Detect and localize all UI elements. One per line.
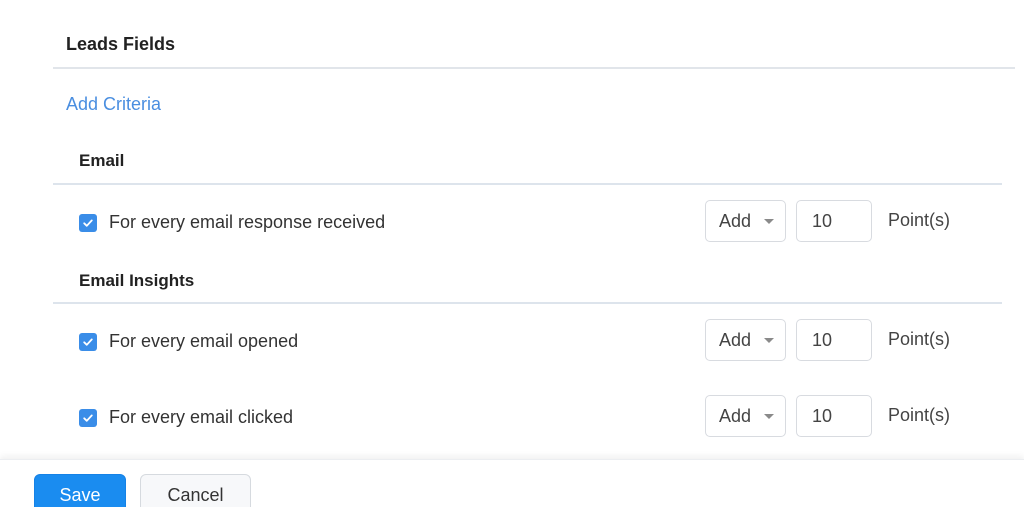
rule-row: For every email response received Add Po… <box>0 200 1024 244</box>
operator-value: Add <box>719 211 752 231</box>
operator-value: Add <box>719 330 752 350</box>
operator-value: Add <box>719 406 752 426</box>
points-input[interactable] <box>796 200 872 242</box>
add-criteria-link[interactable]: Add Criteria <box>66 94 161 115</box>
rule-row: For every email opened Add Point(s) <box>0 319 1024 363</box>
divider <box>53 183 1002 185</box>
module-title: Leads Fields <box>66 34 176 54</box>
scoring-rules-page: Leads Fields Add Criteria Email For ever… <box>0 0 1024 507</box>
save-button[interactable]: Save <box>34 474 126 507</box>
rule-checkbox[interactable] <box>79 409 97 427</box>
operator-dropdown[interactable]: Add <box>705 395 786 437</box>
points-unit-label: Point(s) <box>888 405 951 425</box>
divider <box>53 302 1002 304</box>
section-title-email: Email <box>79 151 125 170</box>
rule-row: For every email clicked Add Point(s) <box>0 395 1024 439</box>
footer-bar: Save Cancel <box>0 459 1024 507</box>
checkmark-icon <box>83 338 93 346</box>
rule-label: For every email response received <box>109 212 386 232</box>
rule-checkbox[interactable] <box>79 214 97 232</box>
checkmark-icon <box>83 414 93 422</box>
points-input[interactable] <box>796 319 872 361</box>
points-input[interactable] <box>796 395 872 437</box>
points-unit-label: Point(s) <box>888 329 951 349</box>
section-title-email-insights: Email Insights <box>79 271 195 290</box>
caret-down-icon <box>764 414 774 419</box>
divider <box>53 67 1015 69</box>
operator-dropdown[interactable]: Add <box>705 319 786 361</box>
cancel-button[interactable]: Cancel <box>140 474 251 507</box>
rule-label: For every email opened <box>109 331 299 351</box>
caret-down-icon <box>764 219 774 224</box>
rule-label: For every email clicked <box>109 407 294 427</box>
checkmark-icon <box>83 219 93 227</box>
operator-dropdown[interactable]: Add <box>705 200 786 242</box>
caret-down-icon <box>764 338 774 343</box>
points-unit-label: Point(s) <box>888 210 951 230</box>
rule-checkbox[interactable] <box>79 333 97 351</box>
